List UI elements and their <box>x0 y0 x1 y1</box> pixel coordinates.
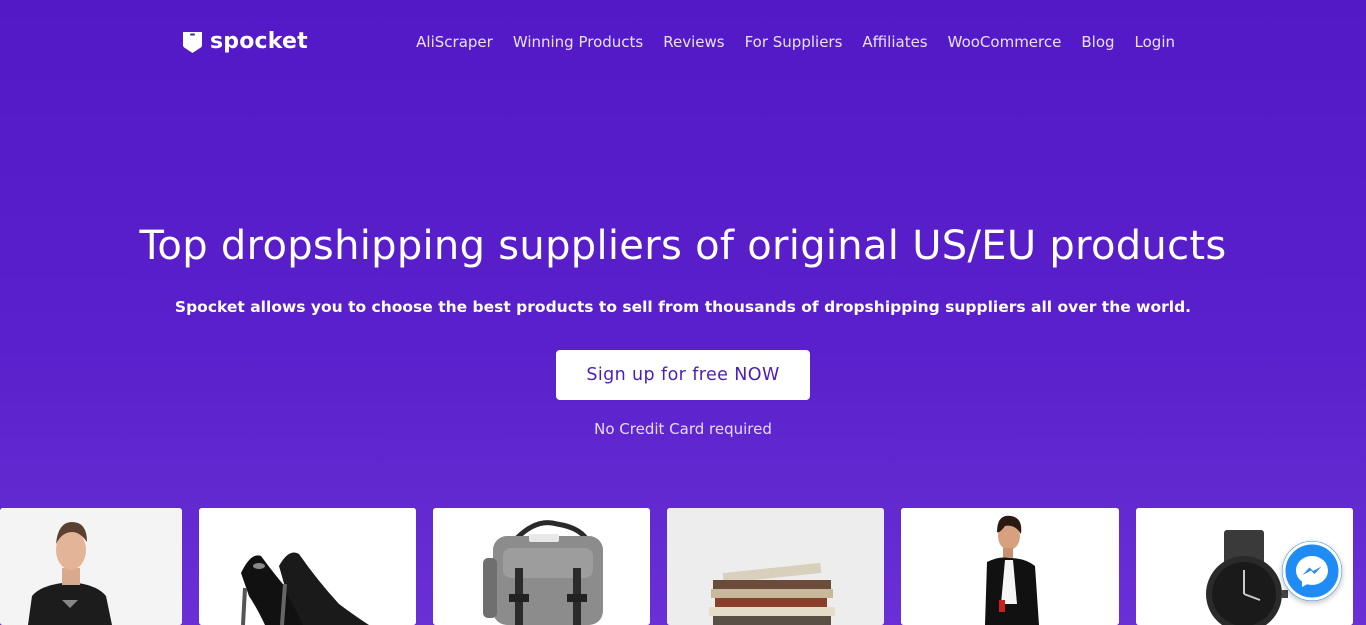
product-card-books[interactable] <box>667 508 884 625</box>
nav-item-for-suppliers[interactable]: For Suppliers <box>745 33 843 51</box>
product-card-backpack[interactable] <box>433 508 650 625</box>
nav-item-reviews[interactable]: Reviews <box>663 33 724 51</box>
product-card-heels[interactable] <box>199 508 416 625</box>
black-heels-photo-icon <box>199 508 416 625</box>
woman-fashion-photo-icon <box>901 508 1119 625</box>
product-gallery <box>0 508 1366 625</box>
signup-button[interactable]: Sign up for free NOW <box>556 350 810 400</box>
nav-item-blog[interactable]: Blog <box>1081 33 1114 51</box>
nav-item-login[interactable]: Login <box>1135 33 1175 51</box>
messenger-icon <box>1282 541 1342 601</box>
messenger-chat-button[interactable] <box>1282 541 1342 601</box>
backpack-photo-icon <box>433 508 650 625</box>
nav-item-winning-products[interactable]: Winning Products <box>513 33 643 51</box>
main-menu: AliScraper Winning Products Reviews For … <box>416 33 1175 51</box>
spocket-logo-icon <box>183 31 202 53</box>
nav-item-affiliates[interactable]: Affiliates <box>862 33 927 51</box>
no-credit-card-note: No Credit Card required <box>594 420 772 438</box>
brand-name: spocket <box>210 29 308 54</box>
nav-item-aliscraper[interactable]: AliScraper <box>416 33 493 51</box>
hero-subtitle: Spocket allows you to choose the best pr… <box>174 298 1192 316</box>
brand-logo[interactable]: spocket <box>181 29 308 54</box>
nav-item-woocommerce[interactable]: WooCommerce <box>948 33 1062 51</box>
man-tshirt-photo-icon <box>0 508 182 625</box>
book-stack-photo-icon <box>667 508 884 625</box>
top-navigation: spocket AliScraper Winning Products Revi… <box>0 0 1366 90</box>
hero-section: Top dropshipping suppliers of original U… <box>0 220 1366 438</box>
hero-title: Top dropshipping suppliers of original U… <box>139 223 1227 269</box>
product-card-man-tshirt[interactable] <box>0 508 182 625</box>
product-card-woman-fashion[interactable] <box>901 508 1119 625</box>
